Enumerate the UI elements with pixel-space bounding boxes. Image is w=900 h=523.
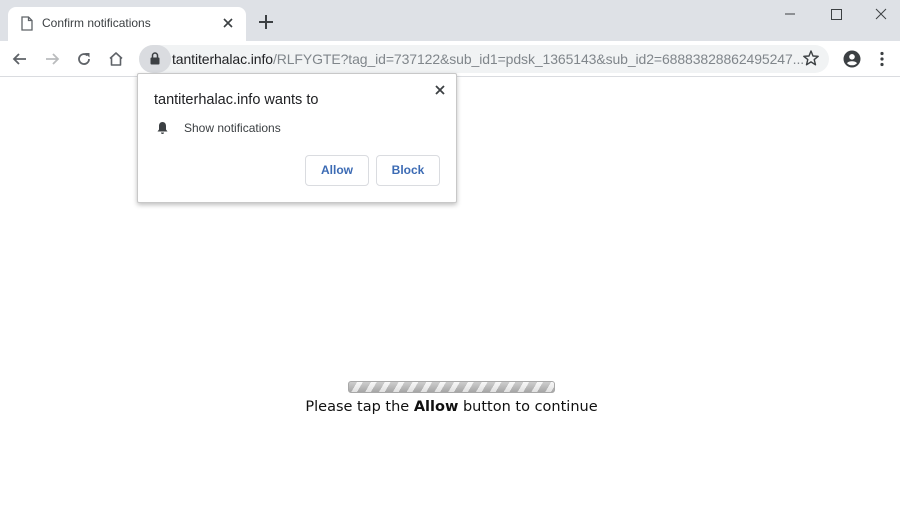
tab-title: Confirm notifications	[42, 16, 151, 30]
arrow-right-icon	[46, 53, 60, 65]
forward-button[interactable]	[42, 49, 62, 69]
bell-icon	[157, 122, 168, 134]
title-bar: Confirm notifications	[0, 0, 900, 41]
url-path: /RLFYGTE?tag_id=737122&sub_id1=pdsk_1365…	[272, 51, 805, 67]
close-icon	[223, 18, 233, 28]
account-icon	[843, 50, 861, 68]
bookmark-button[interactable]	[802, 49, 820, 67]
reload-button[interactable]	[74, 49, 94, 69]
home-icon	[109, 52, 123, 66]
url-host: tantiterhalac.info	[172, 51, 273, 67]
close-icon	[875, 8, 887, 20]
maximize-button[interactable]	[821, 3, 851, 25]
loading-progress-bar	[348, 381, 555, 393]
popup-title: tantiterhalac.info wants to	[154, 92, 319, 108]
instruction-message: Please tap the Allow button to continue	[0, 399, 900, 415]
message-prefix: Please tap the	[305, 399, 414, 415]
allow-button[interactable]: Allow	[305, 155, 369, 186]
tab-close-button[interactable]	[219, 14, 237, 32]
url-text[interactable]: tantiterhalac.info/RLFYGTE?tag_id=737122…	[172, 51, 804, 67]
permission-label: Show notifications	[184, 121, 281, 135]
browser-menu-button[interactable]	[874, 49, 890, 69]
message-suffix: button to continue	[458, 399, 598, 415]
plus-icon	[259, 15, 273, 29]
popup-close-button[interactable]	[432, 82, 448, 98]
notification-permission-popup: tantiterhalac.info wants to Show notific…	[137, 73, 457, 203]
maximize-icon	[831, 9, 842, 20]
lock-icon	[150, 52, 160, 65]
minimize-icon	[785, 13, 795, 15]
arrow-left-icon	[12, 53, 26, 65]
star-icon	[803, 50, 819, 66]
address-bar[interactable]: tantiterhalac.info/RLFYGTE?tag_id=737122…	[139, 45, 829, 73]
site-info-button[interactable]	[139, 45, 171, 73]
page-icon	[21, 16, 33, 31]
minimize-button[interactable]	[775, 3, 805, 25]
reload-icon	[78, 53, 90, 65]
close-icon	[435, 85, 445, 95]
block-button[interactable]: Block	[376, 155, 440, 186]
message-bold-allow: Allow	[413, 399, 459, 415]
permission-row: Show notifications	[156, 121, 281, 135]
tab-confirm-notifications[interactable]: Confirm notifications	[8, 7, 246, 41]
home-button[interactable]	[106, 49, 126, 69]
window-close-button[interactable]	[866, 3, 896, 25]
new-tab-button[interactable]	[256, 12, 276, 32]
back-button[interactable]	[10, 49, 30, 69]
profile-button[interactable]	[842, 49, 862, 69]
more-vert-icon	[880, 51, 884, 67]
browser-toolbar: tantiterhalac.info/RLFYGTE?tag_id=737122…	[0, 41, 900, 77]
